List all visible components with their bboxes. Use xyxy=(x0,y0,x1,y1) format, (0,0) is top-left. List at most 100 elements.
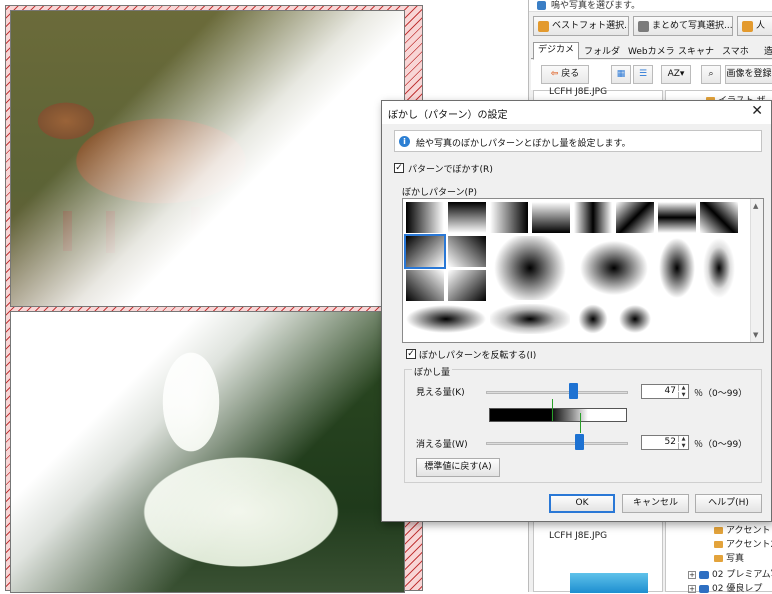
tree-item[interactable]: アクセント xyxy=(714,523,771,536)
pattern-bottom-right[interactable] xyxy=(447,269,487,302)
pattern-horizontal-ellipse[interactable] xyxy=(405,303,487,335)
cancel-button[interactable]: キャンセル xyxy=(622,494,689,513)
button-label: まとめて写真選択... xyxy=(652,21,733,31)
folder-icon xyxy=(714,555,723,562)
pattern-top-left-selected[interactable] xyxy=(404,234,446,269)
tab-webcam[interactable]: Webカメラ xyxy=(623,44,680,59)
scroll-down-icon[interactable]: ▼ xyxy=(753,331,758,339)
pattern-circle-center[interactable] xyxy=(489,235,571,301)
register-image-button[interactable]: 画像を登録 xyxy=(725,65,772,84)
pattern-vertical-ellipse[interactable] xyxy=(657,235,697,301)
pattern-small-star[interactable] xyxy=(615,303,655,335)
tree-item[interactable]: 写真 xyxy=(714,551,744,564)
tab-smartphone[interactable]: スマホ xyxy=(717,44,754,59)
fade-marker xyxy=(580,413,581,433)
best-photo-button[interactable]: ベストフォト選択... xyxy=(533,16,629,36)
button-label: 人 xyxy=(756,21,766,31)
pattern-gallery[interactable]: ▲ ▼ xyxy=(402,198,764,343)
pattern-bottom-left[interactable] xyxy=(405,269,445,302)
spin-down-icon[interactable]: ▼ xyxy=(678,392,688,398)
invert-pattern-checkbox[interactable]: ✓ xyxy=(406,349,416,359)
pattern-diagonal-center[interactable] xyxy=(615,201,655,234)
person-icon xyxy=(538,21,549,32)
app-icon xyxy=(537,1,546,10)
blur-fade-overlay xyxy=(11,312,404,592)
pattern-vertical-center[interactable] xyxy=(573,201,613,234)
bulk-select-button[interactable]: まとめて写真選択... xyxy=(633,16,733,36)
dialog-titlebar[interactable]: ぼかし（パターン）の設定 ✕ xyxy=(382,101,771,124)
pattern-scrollbar[interactable]: ▲ ▼ xyxy=(750,199,763,342)
grid-view-icon[interactable]: ▦ xyxy=(611,65,631,84)
visible-amount-spinbox[interactable]: 47 ▲ ▼ xyxy=(641,384,689,399)
pattern-diagonal-reverse[interactable] xyxy=(699,201,739,234)
pattern-horizontal-center[interactable] xyxy=(657,201,697,234)
pattern-horizontal-diamond[interactable] xyxy=(489,303,571,335)
pattern-small-circle[interactable] xyxy=(573,303,613,335)
blur-pattern-dialog: ぼかし（パターン）の設定 ✕ i 絵や写真のぼかしパターンとぼかし量を設定します… xyxy=(381,100,772,522)
visible-marker xyxy=(552,399,553,421)
pattern-vertical-diamond[interactable] xyxy=(699,235,739,301)
sort-button[interactable]: AZ▾ xyxy=(661,65,691,84)
tree-item-label: アクセント xyxy=(726,526,771,536)
fade-amount-label: 消える量(W) xyxy=(416,440,468,450)
panel-title: 嗚や写真を選びます。 xyxy=(551,1,641,11)
pattern-top-right[interactable] xyxy=(447,235,487,268)
expand-icon[interactable]: + xyxy=(688,584,696,593)
tree-item[interactable]: アクセント2 xyxy=(714,537,772,550)
pattern-right-to-left[interactable] xyxy=(489,201,529,234)
tab-more[interactable]: 造 xyxy=(759,44,772,59)
use-pattern-checkbox[interactable]: ✓ xyxy=(394,163,404,173)
tab-scanner[interactable]: スキャナ xyxy=(673,44,719,59)
spin-up-icon[interactable]: ▲ xyxy=(678,385,688,391)
fade-amount-slider-thumb[interactable] xyxy=(575,434,585,450)
fade-amount-track[interactable] xyxy=(486,442,628,445)
tab-folder[interactable]: フォルダ xyxy=(579,44,625,59)
visible-amount-label: 見える量(K) xyxy=(416,388,465,398)
source-tabs: デジカメ フォルダ Webカメラ スキャナ スマホ 造 xyxy=(531,42,772,60)
tree-item[interactable]: +02 優良レプ xyxy=(688,581,762,594)
pattern-star-center[interactable] xyxy=(573,235,655,301)
visible-amount-slider-thumb[interactable] xyxy=(568,383,578,399)
file-name[interactable]: LCFH J8E.JPG xyxy=(549,531,659,541)
visible-amount-track[interactable] xyxy=(486,391,628,394)
pattern-bottom-to-top[interactable] xyxy=(531,201,571,234)
help-button[interactable]: ヘルプ(H) xyxy=(695,494,762,513)
drive-icon xyxy=(699,570,709,579)
info-bar: i 絵や写真のぼかしパターンとぼかし量を設定します。 xyxy=(394,130,762,152)
pattern-left-to-right[interactable] xyxy=(405,201,445,234)
dialog-title: ぼかし（パターン）の設定 xyxy=(388,110,508,121)
tree-item-label: アクセント2 xyxy=(726,540,772,550)
fade-amount-value: 52 xyxy=(664,437,676,447)
invert-pattern-label[interactable]: ぼかしパターンを反転する(I) xyxy=(419,348,536,361)
reset-default-button[interactable]: 標準値に戻す(A) xyxy=(416,458,500,477)
fade-amount-spinbox[interactable]: 52 ▲ ▼ xyxy=(641,435,689,450)
file-name[interactable]: LCFH J8E.JPG xyxy=(549,87,659,97)
tree-item[interactable]: +02 プレミアム写 xyxy=(688,567,772,580)
visible-amount-value: 47 xyxy=(664,386,676,396)
use-pattern-label[interactable]: パターンでぼかす(R) xyxy=(408,162,493,175)
spin-up-icon[interactable]: ▲ xyxy=(678,436,688,442)
tree-item-label: 02 優良レプ xyxy=(712,584,763,594)
close-icon[interactable]: ✕ xyxy=(751,103,763,119)
swan-photo[interactable] xyxy=(10,311,405,593)
folder-icon xyxy=(714,541,723,548)
sort-icon: AZ xyxy=(667,69,680,79)
info-icon: i xyxy=(399,136,410,147)
photo-thumbnail[interactable] xyxy=(570,573,648,593)
folder-icon xyxy=(714,527,723,534)
list-view-icon[interactable]: ☰ xyxy=(633,65,653,84)
tab-digicam[interactable]: デジカメ xyxy=(533,42,580,60)
back-button[interactable]: ⇦ 戻る xyxy=(541,65,589,84)
search-icon[interactable]: ⌕ xyxy=(701,65,721,84)
ok-button[interactable]: OK xyxy=(549,494,615,513)
page-frame xyxy=(5,5,423,593)
blur-fade-overlay xyxy=(11,11,404,306)
expand-icon[interactable]: + xyxy=(688,570,696,579)
fade-amount-range: ％（0～99） xyxy=(694,440,748,450)
pattern-top-to-bottom[interactable] xyxy=(447,201,487,234)
spin-down-icon[interactable]: ▼ xyxy=(678,443,688,449)
deer-photo[interactable] xyxy=(10,10,405,307)
scroll-up-icon[interactable]: ▲ xyxy=(753,202,758,210)
panel-toolbar: ⇦ 戻る ▦ ☰ AZ▾ ⌕ 画像を登録 xyxy=(531,60,772,90)
person-select-button[interactable]: 人 xyxy=(737,16,772,36)
